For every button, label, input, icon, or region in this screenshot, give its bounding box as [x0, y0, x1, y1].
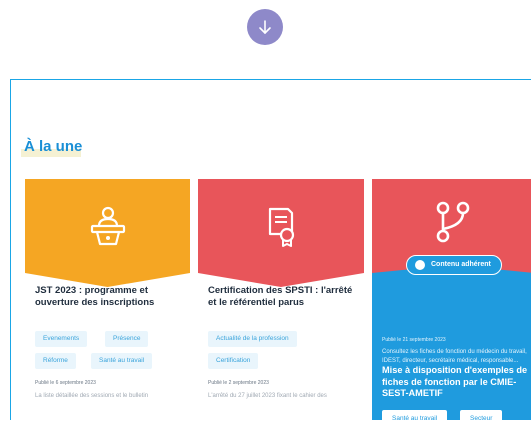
- tag-evenements[interactable]: Evenements: [35, 331, 88, 347]
- tag-sante-au-travail[interactable]: Santé au travail: [91, 353, 153, 369]
- card-date: Publié le 6 septembre 2023: [35, 380, 96, 386]
- tag-sante-au-travail[interactable]: Santé au travail: [382, 410, 448, 427]
- card-excerpt: La liste détaillée des sessions et le bu…: [35, 393, 149, 399]
- conference-speaker-icon: [90, 206, 126, 246]
- card-title[interactable]: JST 2023 : programme et ouverture des in…: [35, 285, 185, 309]
- tag-actualite-profession[interactable]: Actualité de la profession: [208, 331, 297, 347]
- card-title[interactable]: Certification des SPSTI : l'arrêté et le…: [208, 285, 358, 309]
- arrow-down-icon: [259, 20, 271, 34]
- news-card-certification[interactable]: Certification des SPSTI : l'arrêté et le…: [198, 179, 364, 409]
- section-title: À la une: [24, 138, 83, 155]
- tag-presence[interactable]: Présence: [105, 331, 149, 347]
- tag-reforme[interactable]: Réforme: [35, 353, 76, 369]
- tag-secteur[interactable]: Secteur: [460, 410, 503, 427]
- badge-label: Contenu adhérent: [431, 261, 491, 268]
- tag-certification[interactable]: Certification: [208, 353, 259, 369]
- news-card-fiches-fonction[interactable]: Contenu adhérent Mise à disposition d'ex…: [372, 179, 531, 427]
- card-title[interactable]: Mise à disposition d'exemples de fiches …: [382, 365, 531, 400]
- user-circle-icon: [415, 260, 425, 270]
- news-card-jst[interactable]: JST 2023 : programme et ouverture des in…: [25, 179, 190, 409]
- member-content-badge: Contenu adhérent: [406, 255, 502, 275]
- branch-fork-icon: [436, 201, 470, 243]
- featured-panel: À la une JST 2023 : programme et ouvertu…: [10, 79, 531, 427]
- card-date: Publié le 2 septembre 2023: [208, 380, 269, 386]
- certificate-icon: [268, 207, 295, 247]
- card-date: Publié le 21 septembre 2023: [382, 337, 446, 343]
- card-excerpt: L'arrêté du 27 juillet 2023 fixant le ca…: [208, 393, 327, 399]
- scroll-down-button[interactable]: [247, 9, 283, 45]
- card-excerpt: Consultez les fiches de fonction du méde…: [382, 349, 527, 364]
